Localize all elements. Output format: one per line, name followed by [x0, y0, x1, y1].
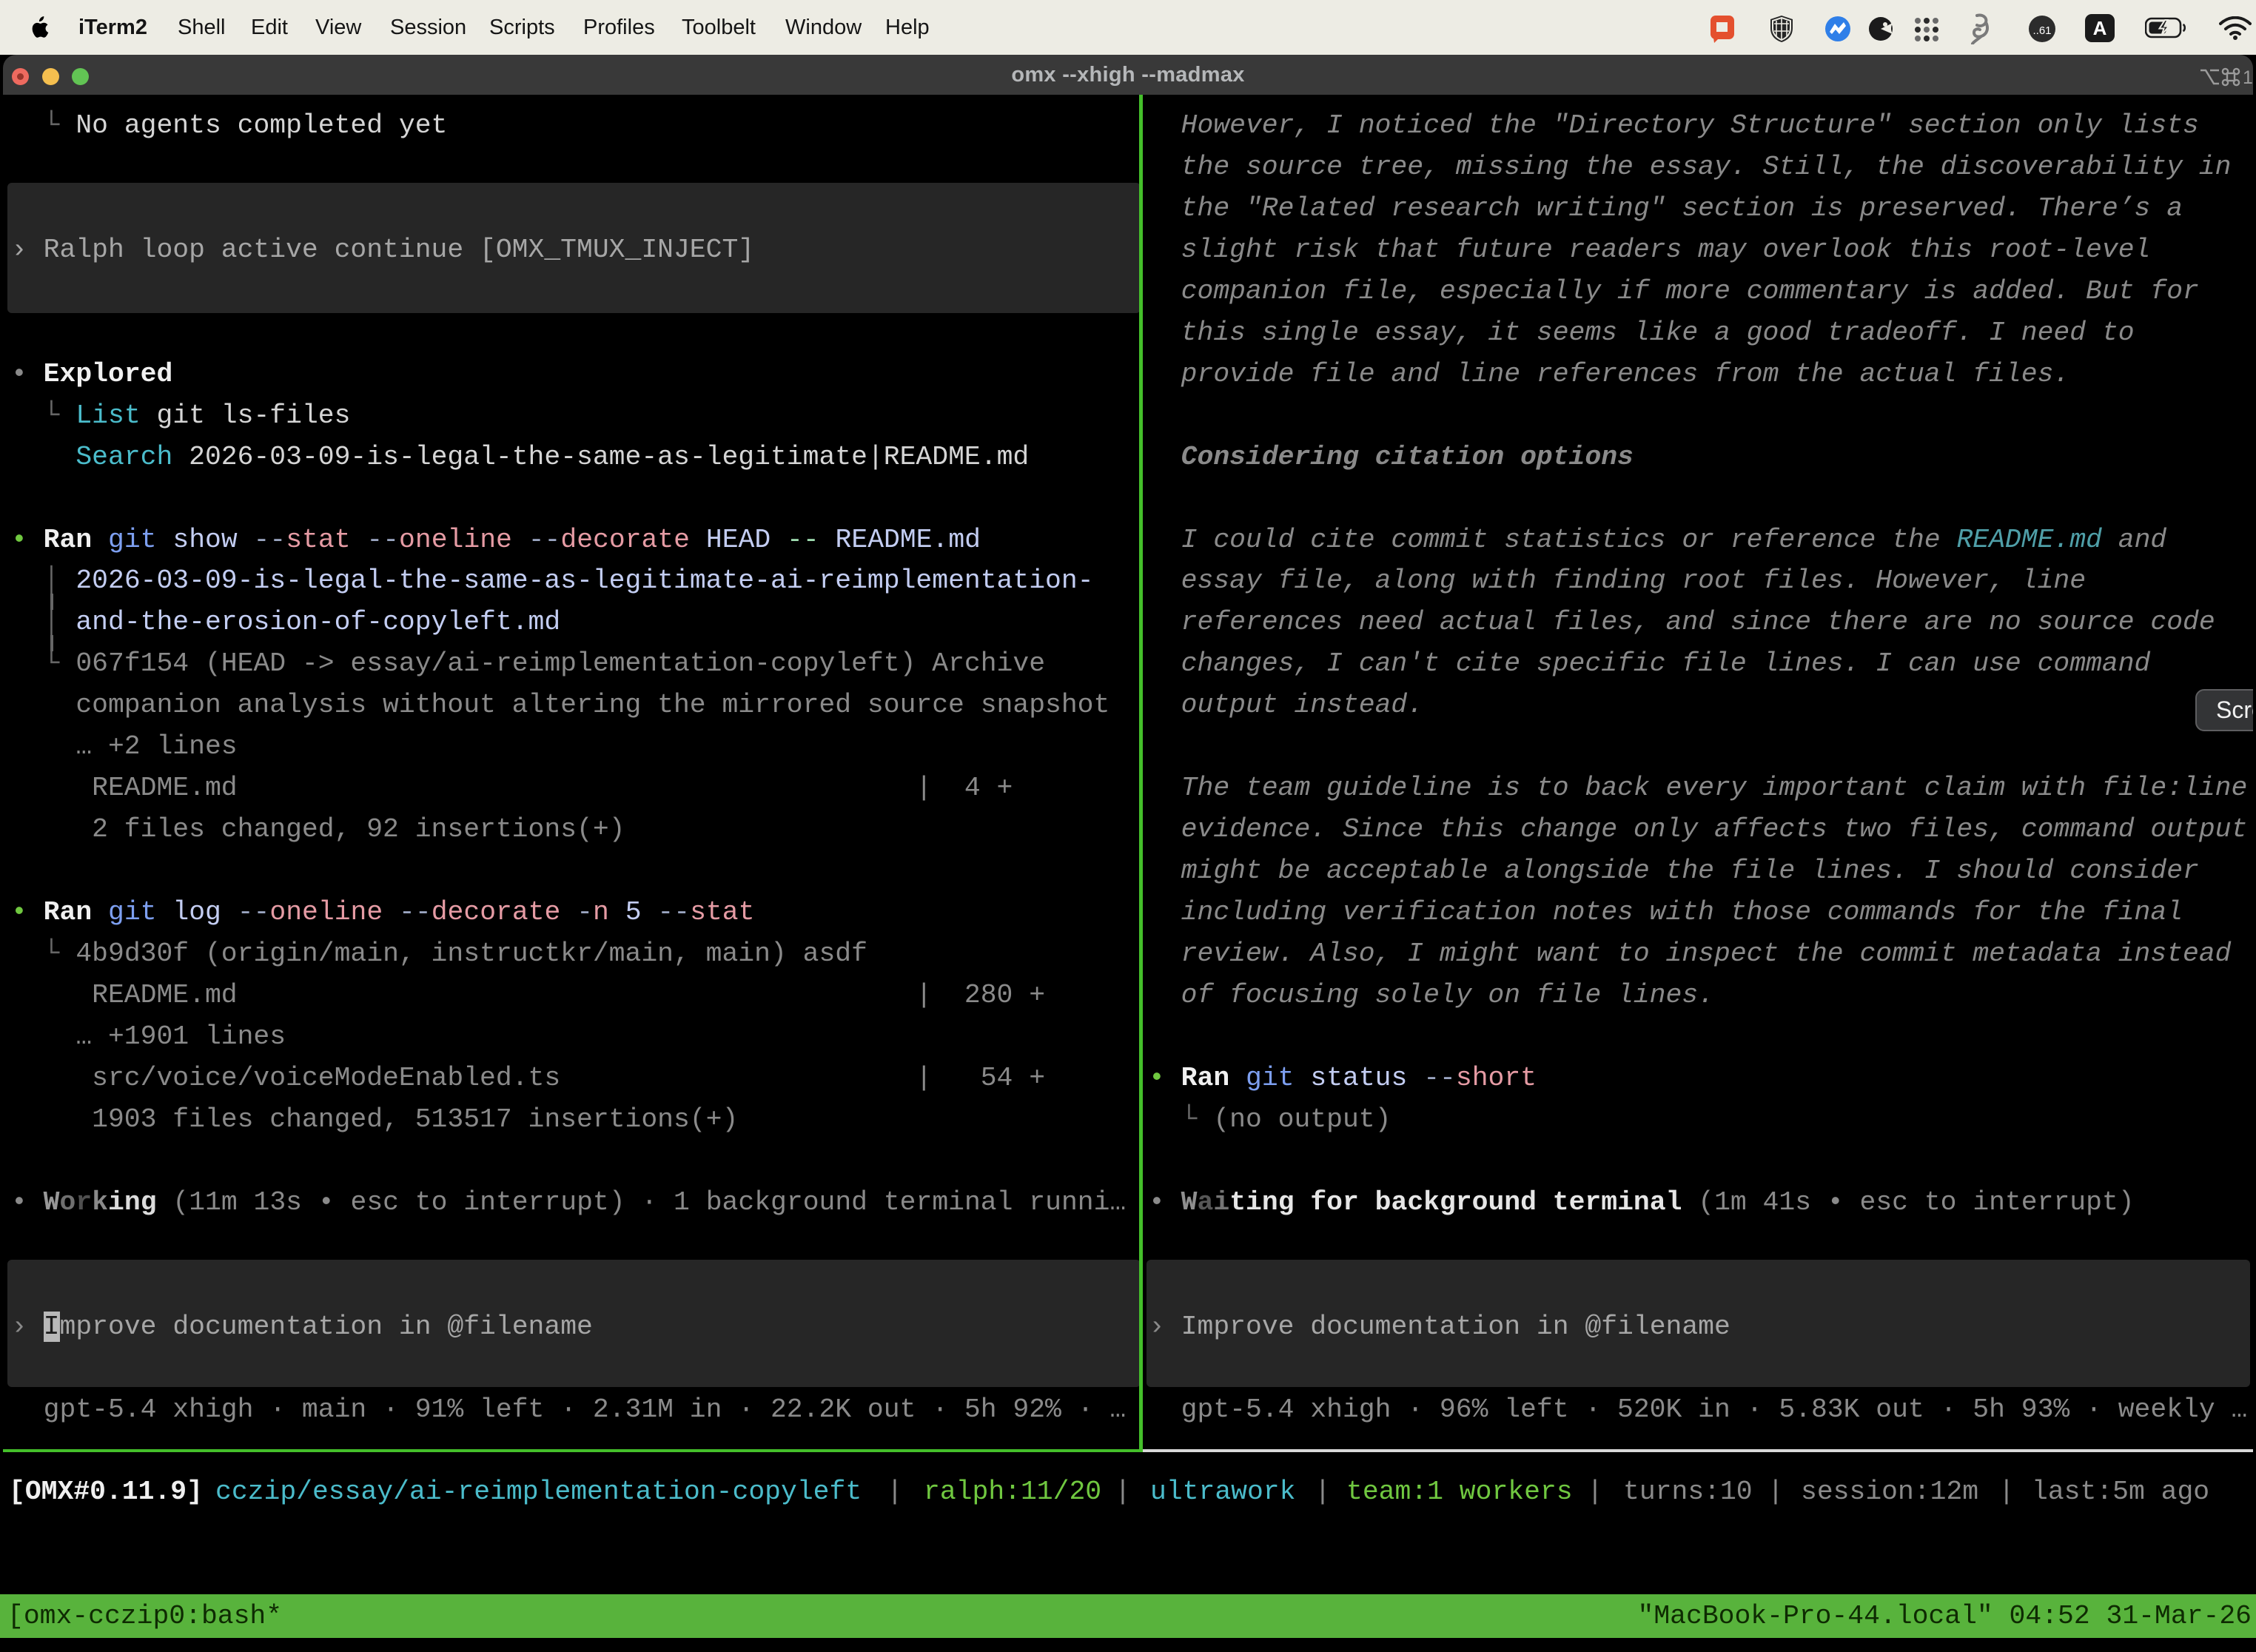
svg-text:..61: ..61 [2032, 24, 2051, 37]
svg-text:1: 1 [2243, 67, 2253, 88]
svg-text:A: A [2093, 17, 2107, 39]
